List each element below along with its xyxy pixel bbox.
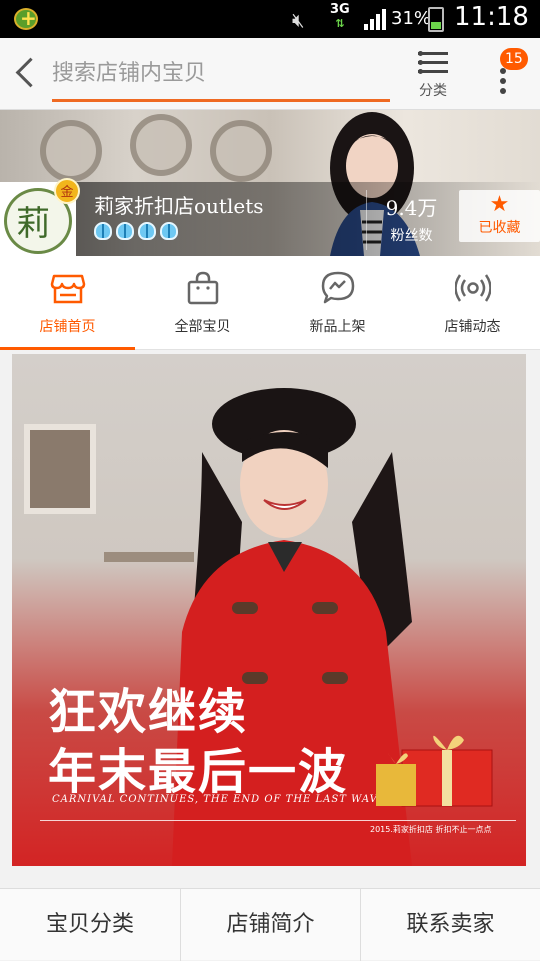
background-window — [24, 424, 96, 514]
tab-shop-updates[interactable]: 店铺动态 — [405, 256, 540, 350]
network-indicator: 3G ⇅ — [330, 2, 350, 31]
diamond-icon — [94, 222, 112, 240]
tab-label: 新品上架 — [309, 319, 366, 335]
promo-divider — [40, 820, 516, 821]
app-notification-icon — [14, 6, 38, 30]
gift-box-icon — [376, 735, 493, 807]
tab-label: 店铺首页 — [39, 319, 96, 335]
clock: 11:18 — [454, 2, 529, 32]
battery-percent: 31% — [391, 8, 432, 29]
tab-all-items[interactable]: 全部宝贝 — [135, 256, 270, 350]
battery-icon — [428, 7, 444, 32]
broadcast-icon — [454, 274, 491, 302]
more-vertical-icon — [500, 68, 506, 94]
back-arrow-icon[interactable] — [12, 56, 38, 92]
wall-decoration — [130, 114, 192, 176]
search-input[interactable] — [52, 50, 390, 96]
signal-icon — [364, 8, 390, 30]
promo-banner[interactable]: 狂欢继续 年末最后一波 CARNIVAL CONTINUES, THE END … — [12, 354, 526, 866]
search-box[interactable] — [52, 50, 390, 102]
bottom-bar: 宝贝分类 店铺简介 联系卖家 — [0, 888, 540, 961]
shop-tabs: 店铺首页 全部宝贝 新品上架 店铺动态 — [0, 256, 540, 350]
fans-count-block: 9.4万 粉丝数 — [366, 190, 456, 250]
store-icon — [50, 274, 85, 304]
more-menu-button[interactable]: 15 — [488, 48, 528, 104]
star-icon: ★ — [489, 192, 510, 217]
diamond-icon — [160, 222, 178, 240]
shop-name: 莉家折扣店outlets — [94, 194, 264, 218]
notification-badge: 15 — [500, 48, 528, 70]
favorite-label: 已收藏 — [478, 220, 521, 236]
diamond-icon — [116, 222, 134, 240]
promo-headline-2: 年末最后一波 — [48, 744, 349, 800]
status-bar: 🔇︎ 3G⇅ 31% 11:18 — [0, 0, 540, 38]
gold-level-badge: 金 — [54, 178, 80, 204]
shop-rating-diamonds — [94, 222, 182, 244]
chat-bubble-icon — [321, 271, 354, 304]
tab-new-arrivals[interactable]: 新品上架 — [270, 256, 405, 350]
wall-decoration — [40, 120, 102, 182]
fans-label: 粉丝数 — [390, 228, 433, 244]
tab-shop-home[interactable]: 店铺首页 — [0, 256, 135, 350]
category-button[interactable]: 分类 — [410, 48, 456, 104]
categories-button[interactable]: 宝贝分类 — [0, 889, 180, 961]
promo-footnote: 2015.莉家折扣店 折扣不止一点点 — [370, 825, 492, 834]
favorite-button[interactable]: ★ 已收藏 — [459, 190, 540, 242]
promo-english-subtitle: CARNIVAL CONTINUES, THE END OF THE LAST … — [52, 794, 387, 805]
fans-count: 9.4万 — [385, 196, 438, 220]
mute-icon: 🔇︎ — [292, 8, 305, 32]
tab-label: 全部宝贝 — [174, 319, 231, 335]
shop-intro-button[interactable]: 店铺简介 — [180, 889, 360, 961]
tab-label: 店铺动态 — [444, 319, 501, 335]
diamond-icon — [138, 222, 156, 240]
contact-seller-button[interactable]: 联系卖家 — [360, 889, 540, 961]
category-label: 分类 — [419, 83, 447, 99]
logo-char: 莉 — [16, 204, 50, 244]
top-bar: 分类 15 — [0, 38, 540, 110]
bag-icon — [187, 271, 218, 305]
wall-decoration — [210, 120, 272, 182]
list-icon — [418, 50, 448, 74]
